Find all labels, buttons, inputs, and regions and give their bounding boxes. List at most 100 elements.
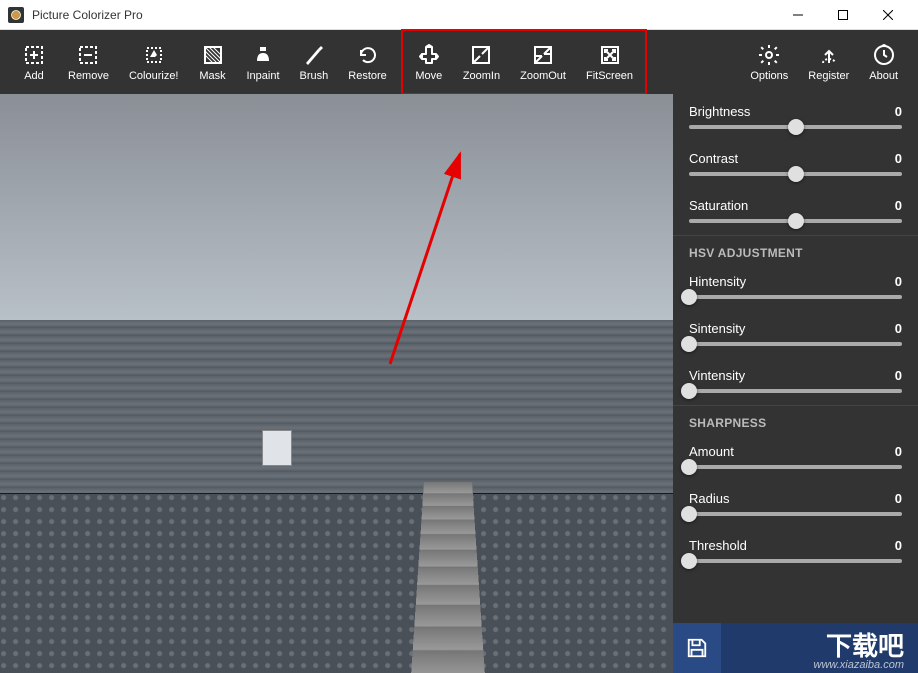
close-icon <box>883 10 893 20</box>
slider-label: Threshold <box>689 538 747 553</box>
slider-value: 0 <box>895 274 902 289</box>
app-icon <box>8 7 24 23</box>
adjustments-panel: Brightness0Contrast0Saturation0HSV ADJUS… <box>673 94 918 673</box>
slider-thumb[interactable] <box>788 166 804 182</box>
vintensity-slider-group: Vintensity0 <box>673 358 918 405</box>
contrast-slider-group: Contrast0 <box>673 141 918 188</box>
brightness-slider-group: Brightness 0 <box>673 94 918 141</box>
colourize-icon <box>141 42 167 68</box>
hintensity-slider-group: Hintensity 0 <box>673 264 918 311</box>
maximize-button[interactable] <box>820 0 865 30</box>
slider-label: Hintensity <box>689 274 746 289</box>
slider-value: 0 <box>895 151 902 166</box>
slider-value: 0 <box>895 491 902 506</box>
brightness-slider[interactable] <box>689 125 902 129</box>
inpaint-button[interactable]: Inpaint <box>237 33 290 91</box>
radius-slider[interactable] <box>689 512 902 516</box>
tool-label: FitScreen <box>586 70 633 82</box>
mask-button[interactable]: Mask <box>189 33 237 91</box>
restore-icon <box>355 42 381 68</box>
slider-value: 0 <box>895 321 902 336</box>
image-preview <box>0 94 673 673</box>
mask-icon <box>200 42 226 68</box>
watermark-text: 下载吧 <box>814 633 904 659</box>
zoomin-button[interactable]: ZoomIn <box>453 33 510 91</box>
remove-icon <box>75 42 101 68</box>
watermark-url: www.xiazaiba.com <box>814 659 904 671</box>
move-button[interactable]: Move <box>405 33 453 91</box>
save-button[interactable] <box>673 623 721 673</box>
watermark: 下载吧 www.xiazaiba.com <box>814 633 904 671</box>
sintensity-slider[interactable] <box>689 342 902 346</box>
tool-label: Register <box>808 70 849 82</box>
brush-button[interactable]: Brush <box>290 33 339 91</box>
titlebar: Picture Colorizer Pro <box>0 0 918 30</box>
tool-label: Mask <box>199 70 225 82</box>
tool-label: Brush <box>300 70 329 82</box>
colourize-button[interactable]: Colourize! <box>119 33 189 91</box>
slider-thumb[interactable] <box>788 119 804 135</box>
saturation-slider[interactable] <box>689 219 902 223</box>
minimize-button[interactable] <box>775 0 820 30</box>
tool-label: About <box>869 70 898 82</box>
tool-label: Remove <box>68 70 109 82</box>
zoomout-icon <box>530 42 556 68</box>
close-button[interactable] <box>865 0 910 30</box>
tool-label: Restore <box>348 70 387 82</box>
amount-slider[interactable] <box>689 465 902 469</box>
main-toolbar: Add Remove Colourize! Mask Inpaint Brush Resto… <box>0 30 918 94</box>
slider-thumb[interactable] <box>788 213 804 229</box>
slider-label: Radius <box>689 491 729 506</box>
fitscreen-icon <box>597 42 623 68</box>
tool-label: Move <box>415 70 442 82</box>
options-icon <box>756 42 782 68</box>
inpaint-icon <box>250 42 276 68</box>
tool-label: Inpaint <box>247 70 280 82</box>
slider-label: Vintensity <box>689 368 745 383</box>
section-header: HSV ADJUSTMENT <box>673 235 918 264</box>
slider-label: Brightness <box>689 104 750 119</box>
highlighted-tool-group: Move ZoomIn ZoomOut FitScreen <box>401 29 647 95</box>
slider-thumb[interactable] <box>681 459 697 475</box>
options-button[interactable]: Options <box>740 33 798 91</box>
threshold-slider-group: Threshold 0 <box>673 528 918 575</box>
radius-slider-group: Radius 0 <box>673 481 918 528</box>
slider-thumb[interactable] <box>681 289 697 305</box>
amount-slider-group: Amount0 <box>673 434 918 481</box>
slider-label: Sintensity <box>689 321 745 336</box>
vintensity-slider[interactable] <box>689 389 902 393</box>
remove-button[interactable]: Remove <box>58 33 119 91</box>
slider-value: 0 <box>895 198 902 213</box>
tool-label: ZoomIn <box>463 70 500 82</box>
register-icon <box>816 42 842 68</box>
saturation-slider-group: Saturation 0 <box>673 188 918 235</box>
slider-thumb[interactable] <box>681 506 697 522</box>
slider-thumb[interactable] <box>681 383 697 399</box>
slider-value: 0 <box>895 104 902 119</box>
contrast-slider[interactable] <box>689 172 902 176</box>
slider-thumb[interactable] <box>681 336 697 352</box>
window-controls <box>775 0 910 30</box>
slider-thumb[interactable] <box>681 553 697 569</box>
restore-button[interactable]: Restore <box>338 33 397 91</box>
add-button[interactable]: Add <box>10 33 58 91</box>
canvas-area[interactable] <box>0 94 673 673</box>
app-title: Picture Colorizer Pro <box>32 8 143 22</box>
register-button[interactable]: Register <box>798 33 859 91</box>
brush-icon <box>301 42 327 68</box>
move-icon <box>416 42 442 68</box>
bottom-bar: 下载吧 www.xiazaiba.com <box>673 623 918 673</box>
minimize-icon <box>793 10 803 20</box>
tool-label: Add <box>24 70 44 82</box>
zoomout-button[interactable]: ZoomOut <box>510 33 576 91</box>
slider-label: Amount <box>689 444 734 459</box>
slider-value: 0 <box>895 538 902 553</box>
tool-label: ZoomOut <box>520 70 566 82</box>
about-button[interactable]: About <box>859 33 908 91</box>
threshold-slider[interactable] <box>689 559 902 563</box>
slider-label: Saturation <box>689 198 748 213</box>
add-icon <box>21 42 47 68</box>
fitscreen-button[interactable]: FitScreen <box>576 33 643 91</box>
sintensity-slider-group: Sintensity 0 <box>673 311 918 358</box>
hintensity-slider[interactable] <box>689 295 902 299</box>
